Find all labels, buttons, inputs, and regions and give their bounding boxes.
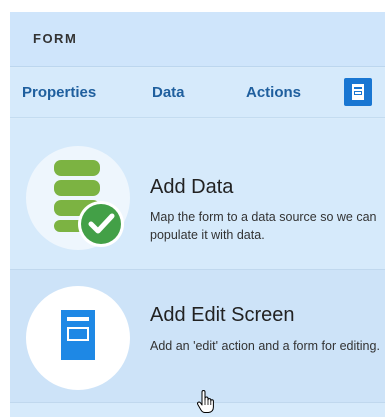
database-check-icon <box>54 160 124 247</box>
panel-title: FORM <box>33 31 78 46</box>
add-edit-screen-title: Add Edit Screen <box>150 304 295 326</box>
tab-bar: Properties Data Actions <box>10 68 385 118</box>
add-data-option[interactable]: Add Data Map the form to a data source s… <box>10 119 385 269</box>
form-panel: FORM Properties Data Actions Add Data Ma… <box>10 12 385 417</box>
tab-actions[interactable]: Actions <box>246 84 301 101</box>
tab-properties[interactable]: Properties <box>22 84 96 101</box>
hand-pointer-icon <box>196 390 214 413</box>
tab-data[interactable]: Data <box>152 84 185 101</box>
form-layout-button[interactable] <box>344 78 372 106</box>
form-layout-icon <box>352 84 364 100</box>
add-data-title: Add Data <box>150 176 234 198</box>
add-edit-screen-description: Add an 'edit' action and a form for edit… <box>150 339 380 353</box>
panel-header: FORM <box>10 12 385 67</box>
add-data-description: Map the form to a data source so we can … <box>150 210 377 242</box>
document-icon <box>61 310 95 360</box>
add-edit-screen-option[interactable]: Add Edit Screen Add an 'edit' action and… <box>10 269 385 402</box>
